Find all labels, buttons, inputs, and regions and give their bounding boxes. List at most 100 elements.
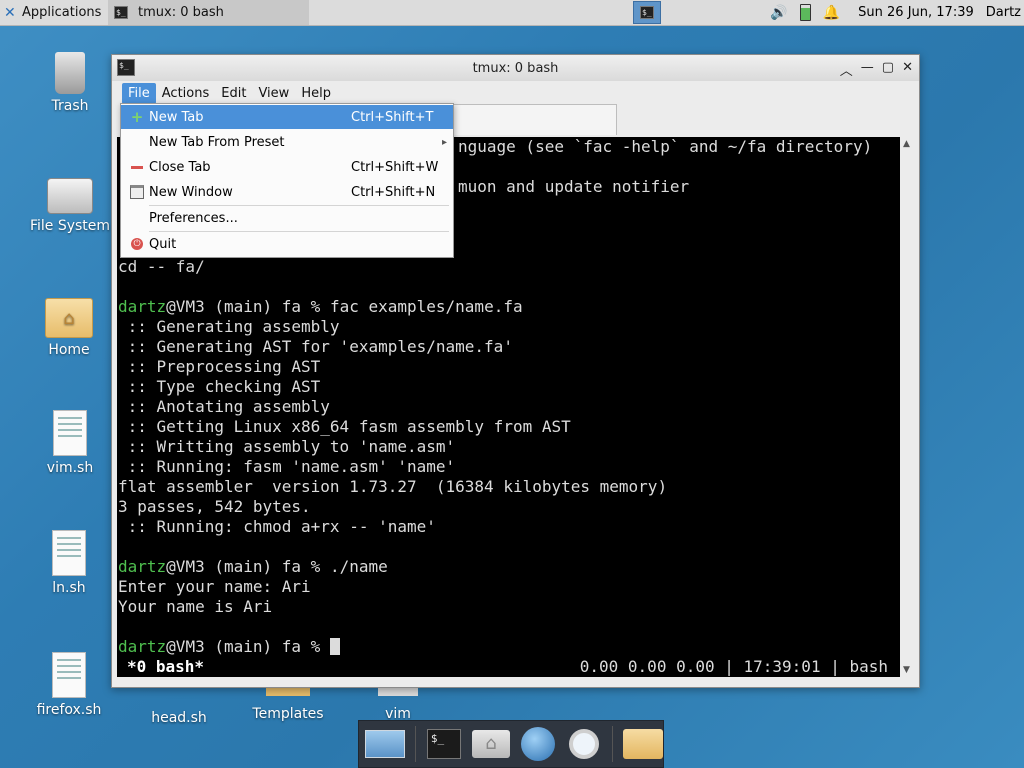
show-desktop-icon[interactable] [365, 724, 405, 764]
terminal-line: :: Preprocessing AST [118, 357, 321, 376]
terminal-line: nguage (see `fac -help` and ~/fa directo… [458, 137, 873, 156]
window-icon: $_ [117, 59, 135, 76]
desktop-icon-firefox-sh[interactable]: firefox.sh [19, 652, 119, 718]
menu-item-close-tab[interactable]: Close Tab Ctrl+Shift+W [121, 155, 453, 179]
clock[interactable]: Sun 26 Jun, 17:39 [858, 5, 974, 20]
notification-bell-icon[interactable]: 🔔 [823, 5, 840, 21]
desktop-icon-label: Home [48, 342, 90, 358]
pager-window-icon: $_ [640, 6, 654, 19]
menu-item-new-tab[interactable]: + New Tab Ctrl+Shift+T [121, 105, 453, 129]
close-button[interactable]: ✕ [902, 60, 913, 79]
menu-bar: File Actions Edit View Help [112, 81, 919, 105]
desktop-icon-vim[interactable]: vim [348, 682, 448, 722]
terminal-prompt-line: dartz@VM3 (main) fa % fac examples/name.… [118, 297, 523, 316]
terminal-line: :: Writting assembly to 'name.asm' [118, 437, 456, 456]
terminal-line: cd -- fa/ [118, 257, 205, 276]
applications-menu-button[interactable]: ✕ Applications [0, 0, 105, 25]
desktop-icon-ln-sh[interactable]: ln.sh [19, 530, 119, 596]
home-folder-icon: ⌂ [45, 298, 93, 338]
menu-help[interactable]: Help [295, 83, 337, 104]
terminal-line: Enter your name: Ari [118, 577, 311, 596]
scroll-down-arrow-icon[interactable]: ▼ [903, 665, 910, 675]
tmux-status-right: 0.00 0.00 0.00 | 17:39:01 | bash [579, 657, 888, 676]
script-file-icon [129, 686, 229, 706]
top-panel: ✕ Applications $_ tmux: 0 bash $_ 🔊 🔔 Su… [0, 0, 1024, 26]
terminal-line: :: Getting Linux x86_64 fasm assembly fr… [118, 417, 571, 436]
terminal-icon[interactable]: $_ [426, 724, 462, 764]
dock-separator [415, 726, 416, 762]
terminal-line: :: Anotating assembly [118, 397, 330, 416]
terminal-scrollbar[interactable]: ▲ ▼ [901, 137, 915, 677]
desktop-icon-head-sh[interactable]: head.sh [129, 686, 229, 726]
battery-icon[interactable] [799, 4, 811, 21]
maximize-button[interactable]: ▢ [882, 60, 894, 79]
desktop-icon-vim-sh[interactable]: vim.sh [20, 410, 120, 476]
terminal-line: :: Generating AST for 'examples/name.fa' [118, 337, 513, 356]
terminal-icon: $_ [114, 6, 128, 19]
terminal-line: :: Running: chmod a+rx -- 'name' [118, 517, 436, 536]
terminal-tab[interactable] [453, 104, 617, 135]
desktop-icon-file-system[interactable]: File System [20, 178, 120, 234]
power-icon: ⏻ [130, 237, 144, 251]
terminal-line: flat assembler version 1.73.27 (16384 ki… [118, 477, 668, 496]
terminal-prompt-line: dartz@VM3 (main) fa % [118, 637, 340, 657]
system-tray: 🔊 🔔 Sun 26 Jun, 17:39 Dartz [770, 0, 1024, 25]
file-manager-icon[interactable] [623, 724, 663, 764]
script-file-icon [52, 530, 86, 576]
terminal-line: 3 passes, 542 bytes. [118, 497, 311, 516]
script-file-icon [53, 410, 87, 456]
desktop-icon-templates[interactable]: Templates [238, 682, 338, 722]
terminal-line: Your name is Ari [118, 597, 273, 616]
scroll-up-arrow-icon[interactable]: ▲ [903, 139, 910, 149]
volume-icon[interactable]: 🔊 [770, 5, 787, 21]
menu-item-new-window[interactable]: New Window Ctrl+Shift+N [121, 180, 453, 204]
desktop-icon-label: ln.sh [52, 580, 86, 596]
tmux-window-list: *0 bash* [127, 657, 205, 676]
desktop-icon-label: firefox.sh [36, 702, 102, 718]
menu-actions[interactable]: Actions [156, 83, 216, 104]
search-icon[interactable] [566, 724, 602, 764]
menu-edit[interactable]: Edit [215, 83, 252, 104]
menu-view[interactable]: View [252, 83, 295, 104]
window-title: tmux: 0 bash [472, 60, 559, 76]
xfce-logo-icon: ✕ [4, 4, 16, 21]
terminal-line: :: Generating assembly [118, 317, 340, 336]
desktop-icon-label: Templates [252, 706, 324, 722]
home-icon[interactable]: ⌂ [471, 724, 510, 764]
user-name[interactable]: Dartz [986, 5, 1021, 20]
desktop-icon-label: Trash [51, 98, 89, 114]
submenu-arrow-icon: ▸ [441, 136, 447, 148]
menu-file[interactable]: File [122, 82, 156, 104]
workspace-pager[interactable]: $_ [633, 1, 661, 24]
menu-item-quit[interactable]: ⏻ Quit [121, 232, 453, 256]
taskbar-item-tmux[interactable]: $_ tmux: 0 bash [108, 0, 309, 25]
terminal-prompt-line: dartz@VM3 (main) fa % ./name [118, 557, 388, 576]
terminal-line: muon and update notifier [458, 177, 690, 196]
desktop-icon-trash[interactable]: Trash [20, 52, 120, 114]
tmux-status-bar: *0 bash* 0.00 0.00 0.00 | 17:39:01 | bas… [117, 657, 900, 677]
file-menu-dropdown: + New Tab Ctrl+Shift+T New Tab From Pres… [120, 103, 454, 258]
web-browser-icon[interactable] [520, 724, 556, 764]
drive-icon [47, 178, 93, 214]
bottom-dock: $_ ⌂ [358, 720, 664, 768]
terminal-line: :: Type checking AST [118, 377, 321, 396]
minus-icon [130, 160, 144, 174]
menu-item-new-tab-from-preset[interactable]: New Tab From Preset ▸ [121, 130, 453, 154]
menu-item-preferences[interactable]: Preferences... [121, 206, 453, 230]
terminal-cursor [329, 638, 340, 655]
dock-separator [612, 726, 613, 762]
new-window-icon [130, 185, 144, 199]
plus-icon: + [130, 108, 144, 126]
trash-icon [55, 52, 85, 94]
applications-label: Applications [22, 5, 102, 20]
window-titlebar[interactable]: $_ tmux: 0 bash ︿ — ▢ ✕ [112, 55, 919, 81]
desktop-icon-label: vim.sh [46, 460, 94, 476]
taskbar-item-label: tmux: 0 bash [138, 5, 224, 20]
script-file-icon [52, 652, 86, 698]
minimize-button[interactable]: — [861, 60, 874, 79]
terminal-line: :: Running: fasm 'name.asm' 'name' [118, 457, 456, 476]
shade-button[interactable]: ︿ [840, 60, 853, 79]
desktop-icon-label: head.sh [151, 710, 207, 726]
desktop-icon-label: File System [29, 218, 111, 234]
desktop-icon-home[interactable]: ⌂ Home [19, 298, 119, 358]
